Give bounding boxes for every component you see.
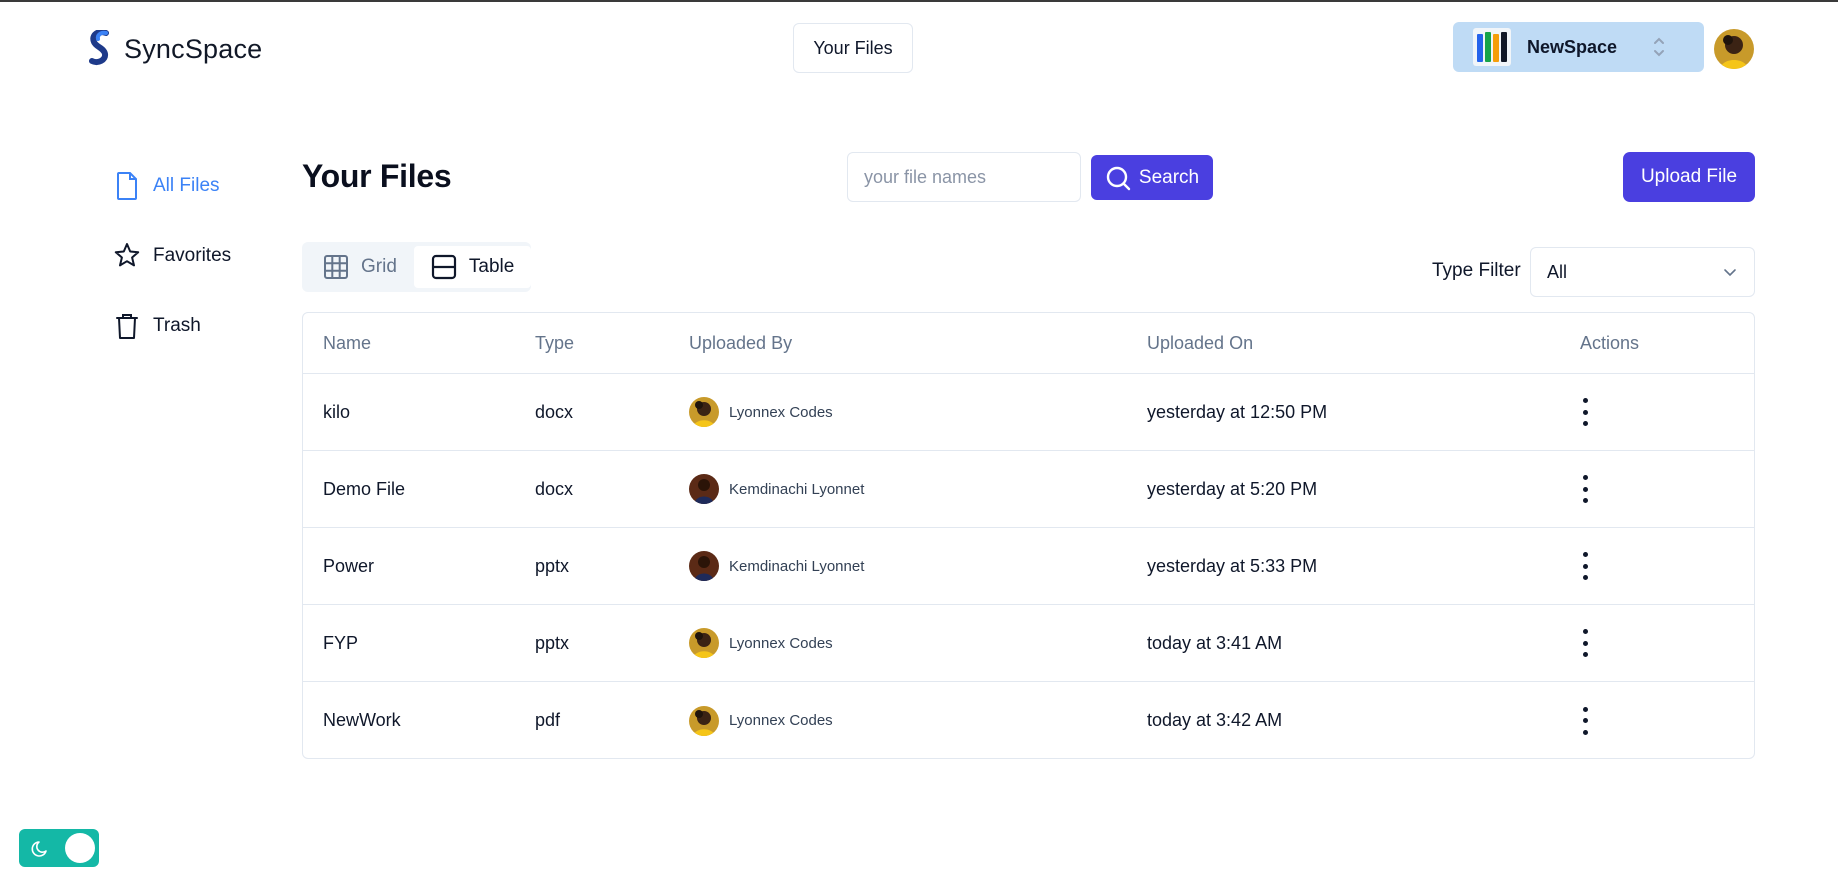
search-icon: [1106, 166, 1131, 190]
file-type: docx: [535, 401, 574, 422]
table-header: Name Type Uploaded By Uploaded On Action…: [303, 313, 1754, 374]
syncspace-logo-icon: [89, 30, 109, 66]
moon-icon: [31, 841, 47, 857]
uploaded-on: today at 3:42 AM: [1147, 710, 1283, 730]
toggle-knob: [65, 833, 95, 863]
sidebar-item-favorites[interactable]: Favorites: [113, 238, 293, 274]
uploader-avatar: [689, 628, 719, 658]
table-row[interactable]: Demo File docx Kemdinachi Lyonnet yester…: [303, 451, 1754, 528]
table-row[interactable]: kilo docx Lyonnex Codes yesterday at 12:…: [303, 374, 1754, 451]
app-header: SyncSpace Your Files NewSpace: [0, 2, 1838, 94]
search-button-label: Search: [1138, 166, 1200, 188]
table-row[interactable]: Power pptx Kemdinachi Lyonnet yesterday …: [303, 528, 1754, 605]
column-header-uploaded-by[interactable]: Uploaded By: [689, 333, 1147, 354]
uploader-avatar: [689, 551, 719, 581]
search-input[interactable]: [847, 152, 1081, 202]
view-grid-button[interactable]: Grid: [306, 246, 414, 288]
app-name: SyncSpace: [124, 33, 263, 64]
sidebar-item-trash[interactable]: Trash: [113, 308, 293, 344]
uploader-name: Lyonnex Codes: [729, 403, 833, 421]
workspace-name: NewSpace: [1527, 36, 1618, 57]
uploader-avatar: [689, 474, 719, 504]
star-icon: [114, 243, 140, 267]
your-files-nav-button[interactable]: Your Files: [793, 23, 913, 73]
table-icon: [431, 254, 457, 280]
uploader-name: Lyonnex Codes: [729, 634, 833, 652]
uploaded-by: Lyonnex Codes: [689, 705, 1147, 736]
file-name: kilo: [323, 401, 351, 422]
more-vertical-icon[interactable]: [1580, 552, 1590, 580]
file-type: docx: [535, 478, 574, 499]
column-header-name[interactable]: Name: [303, 333, 535, 354]
file-name: Power: [323, 555, 375, 576]
view-table-label: Table: [468, 256, 515, 277]
uploader-name: Kemdinachi Lyonnet: [729, 480, 865, 498]
uploaded-by: Lyonnex Codes: [689, 397, 1147, 427]
file-name: NewWork: [323, 710, 401, 730]
grid-icon: [324, 255, 348, 279]
uploaded-by: Lyonnex Codes: [689, 628, 1147, 658]
trash-icon: [116, 314, 138, 339]
files-table: Name Type Uploaded By Uploaded On Action…: [302, 312, 1755, 759]
type-filter-label: Type Filter: [1432, 260, 1521, 281]
user-avatar[interactable]: [1714, 29, 1754, 69]
table-row[interactable]: FYP pptx Lyonnex Codes today at 3:41 AM: [303, 605, 1754, 682]
row-actions: [1562, 629, 1754, 657]
page-title: Your Files: [302, 158, 452, 194]
more-vertical-icon[interactable]: [1580, 398, 1590, 426]
search-button[interactable]: Search: [1091, 155, 1213, 200]
file-type: pptx: [535, 632, 570, 653]
uploaded-on: today at 3:41 AM: [1147, 632, 1283, 653]
row-actions: [1562, 552, 1754, 580]
theme-toggle[interactable]: [19, 829, 99, 867]
column-header-uploaded-on[interactable]: Uploaded On: [1147, 333, 1562, 354]
uploaded-on: yesterday at 12:50 PM: [1147, 401, 1328, 422]
column-header-actions: Actions: [1580, 332, 1640, 353]
uploaded-on: yesterday at 5:33 PM: [1147, 555, 1318, 576]
column-header-type[interactable]: Type: [535, 333, 689, 354]
chevron-down-icon: [1724, 269, 1736, 277]
view-toggle: Grid Table: [302, 242, 532, 292]
row-actions: [1562, 398, 1754, 426]
file-name: FYP: [323, 632, 359, 653]
sidebar-item-label: Trash: [153, 315, 201, 336]
uploader-avatar: [689, 705, 719, 736]
workspace-switcher[interactable]: NewSpace: [1453, 22, 1704, 72]
file-type: pdf: [535, 710, 561, 730]
more-vertical-icon[interactable]: [1580, 706, 1590, 735]
more-vertical-icon[interactable]: [1580, 629, 1590, 657]
file-type: pptx: [535, 555, 570, 576]
sidebar-item-label: Favorites: [153, 245, 232, 266]
file-name: Demo File: [323, 478, 406, 499]
chevron-up-down-icon: [1654, 37, 1664, 57]
app-logo[interactable]: SyncSpace: [88, 30, 262, 68]
type-filter-select[interactable]: All: [1530, 247, 1755, 297]
upload-file-button[interactable]: Upload File: [1623, 152, 1755, 202]
table-row[interactable]: NewWork pdf Lyonnex Codes today at 3:42 …: [303, 682, 1754, 758]
sidebar: All Files Favorites Trash: [113, 168, 293, 378]
view-table-button[interactable]: Table: [413, 246, 532, 288]
sidebar-item-all-files[interactable]: All Files: [113, 168, 293, 204]
uploader-name: Kemdinachi Lyonnet: [729, 557, 865, 575]
uploaded-by: Kemdinachi Lyonnet: [689, 474, 1147, 504]
workspace-binders-icon: [1473, 28, 1511, 66]
uploaded-on: yesterday at 5:20 PM: [1147, 478, 1318, 499]
uploader-avatar: [689, 397, 719, 427]
uploaded-by: Kemdinachi Lyonnet: [689, 551, 1147, 581]
more-vertical-icon[interactable]: [1580, 475, 1590, 503]
type-filter-value: All: [1547, 261, 1568, 282]
row-actions: [1562, 475, 1754, 503]
sidebar-item-label: All Files: [153, 175, 220, 196]
view-grid-label: Grid: [361, 256, 397, 277]
uploader-name: Lyonnex Codes: [729, 712, 833, 729]
file-icon: [117, 172, 137, 200]
row-actions: [1562, 706, 1754, 735]
